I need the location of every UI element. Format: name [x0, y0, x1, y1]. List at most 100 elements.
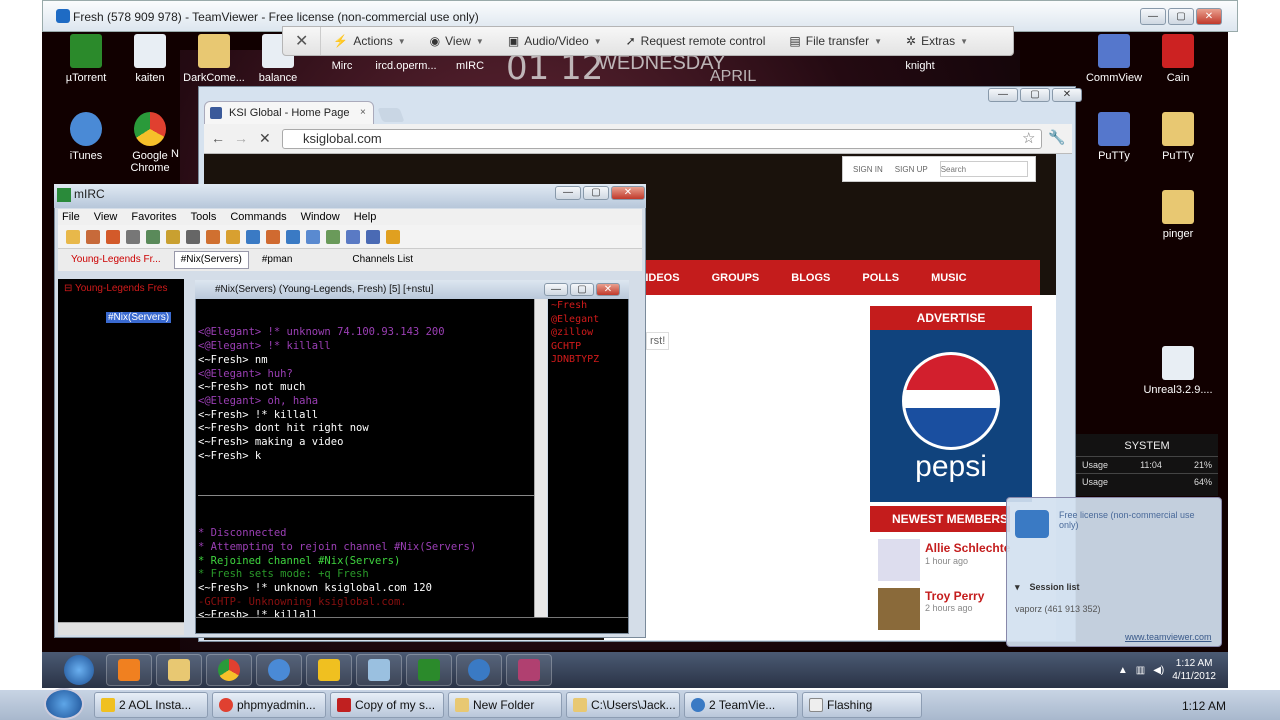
avatar[interactable]	[878, 539, 920, 581]
help-icon[interactable]	[386, 229, 400, 244]
nav-groups[interactable]: GROUPS	[712, 272, 760, 284]
teamviewer-icon[interactable]	[456, 654, 502, 686]
tab-close-icon[interactable]: ×	[360, 107, 366, 118]
desktop-icon[interactable]: CommView	[1082, 34, 1146, 84]
url-list-icon[interactable]	[286, 229, 300, 244]
nick[interactable]: @zillow	[551, 326, 628, 340]
minimize-button[interactable]: —	[555, 186, 581, 200]
desktop-icon[interactable]: PuTTy	[1082, 112, 1146, 162]
chat-icon[interactable]	[126, 229, 140, 244]
tree-channel[interactable]: #Nix(Servers)	[106, 312, 172, 323]
switch-channel-pman[interactable]: #pman	[255, 251, 300, 269]
volume-icon[interactable]: ◀)	[1153, 665, 1164, 676]
menu-file[interactable]: File	[62, 209, 80, 225]
colors-icon[interactable]	[206, 229, 220, 244]
tree-server[interactable]: ⊟ Young-Legends Fres	[58, 279, 184, 294]
file-transfer-menu[interactable]: ▤ File transfer ▼	[777, 27, 894, 55]
nav-polls[interactable]: POLLS	[862, 272, 899, 284]
desktop-icon[interactable]: PuTTy	[1146, 112, 1210, 162]
tile-icon[interactable]	[326, 229, 340, 244]
audio-video-menu[interactable]: ▣ Audio/Video ▼	[496, 27, 614, 55]
menu-tools[interactable]: Tools	[191, 209, 217, 225]
host-start-orb-icon[interactable]	[44, 688, 84, 720]
utorrent-icon[interactable]	[406, 654, 452, 686]
explorer-icon[interactable]	[156, 654, 202, 686]
desktop-icon[interactable]: N	[160, 148, 190, 160]
new-tab-button[interactable]	[377, 108, 405, 122]
request-control-button[interactable]: ➚ Request remote control	[614, 27, 778, 55]
notify-icon[interactable]	[266, 229, 280, 244]
desktop-icon[interactable]: iTunes	[54, 112, 118, 162]
back-icon[interactable]: ←	[211, 130, 225, 146]
member-name[interactable]: Troy Perry	[925, 589, 984, 603]
close-button[interactable]: ✕	[611, 186, 645, 200]
menu-window[interactable]: Window	[301, 209, 340, 225]
close-button[interactable]: ✕	[1196, 8, 1222, 25]
taskbar-item[interactable]: Flashing	[802, 692, 922, 718]
nick[interactable]: JDNBTYPZ	[551, 353, 628, 367]
desktop-icon[interactable]: knight	[888, 60, 952, 72]
wrench-icon[interactable]: 🔧	[1048, 129, 1065, 146]
dcc-chat-icon[interactable]	[246, 229, 260, 244]
sign-in-link[interactable]: SIGN IN	[853, 165, 883, 174]
avatar[interactable]	[878, 588, 920, 630]
desktop-icon[interactable]: kaiten	[118, 34, 182, 84]
options-icon[interactable]	[106, 229, 120, 244]
view-menu[interactable]: ◉ View ▼	[418, 27, 496, 55]
scripts-icon[interactable]	[166, 229, 180, 244]
member-name[interactable]: Allie Schlechte	[925, 541, 1010, 555]
nick[interactable]: GCHTP	[551, 340, 628, 354]
star-icon[interactable]: ☆	[1022, 129, 1035, 147]
stop-icon[interactable]: ✕	[259, 130, 271, 147]
connect-icon[interactable]	[66, 229, 80, 244]
nav-blogs[interactable]: BLOGS	[791, 272, 830, 284]
minimize-button[interactable]: —	[1140, 8, 1166, 25]
url-bar[interactable]: ksiglobal.com	[282, 129, 1042, 149]
browser-tab[interactable]: KSI Global - Home Page	[204, 101, 374, 125]
tree-scrollbar[interactable]	[58, 622, 184, 635]
minimize-button[interactable]: —	[544, 283, 568, 296]
chrome-icon[interactable]	[206, 654, 252, 686]
close-button[interactable]: ✕	[1052, 88, 1082, 102]
maximize-button[interactable]: ▢	[583, 186, 609, 200]
taskbar-item[interactable]: Copy of my s...	[330, 692, 444, 718]
timer-icon[interactable]	[186, 229, 200, 244]
switch-channels-list[interactable]: Channels List	[345, 251, 420, 269]
desktop-icon[interactable]: µTorrent	[54, 34, 118, 84]
desktop-icon[interactable]: ircd.operm...	[374, 60, 438, 72]
close-button[interactable]: ✕	[596, 283, 620, 296]
start-orb-icon[interactable]	[56, 654, 102, 686]
maximize-button[interactable]: ▢	[1020, 88, 1050, 102]
notepad-icon[interactable]	[356, 654, 402, 686]
channels-icon[interactable]	[146, 229, 160, 244]
network-icon[interactable]: ▥	[1136, 665, 1145, 676]
minimize-button[interactable]: —	[988, 88, 1018, 102]
aim-icon[interactable]	[306, 654, 352, 686]
taskbar-item[interactable]: New Folder	[448, 692, 562, 718]
desktop-icon[interactable]: DarkCome...	[182, 34, 246, 84]
teamviewer-link[interactable]: www.teamviewer.com	[1125, 632, 1212, 642]
nav-music[interactable]: MUSIC	[931, 272, 966, 284]
desktop-icon[interactable]: Cain	[1146, 34, 1210, 84]
desktop-icon[interactable]: Google Chrome	[118, 112, 182, 174]
menu-help[interactable]: Help	[354, 209, 377, 225]
message-input[interactable]	[196, 617, 628, 633]
media-player-icon[interactable]	[106, 654, 152, 686]
winrar-icon[interactable]	[506, 654, 552, 686]
taskbar-item[interactable]: phpmyadmin...	[212, 692, 326, 718]
sign-up-link[interactable]: SIGN UP	[895, 165, 928, 174]
extras-menu[interactable]: ✲ Extras ▼	[894, 27, 980, 55]
arrange-icon[interactable]	[366, 229, 380, 244]
maximize-button[interactable]: ▢	[1168, 8, 1194, 25]
desktop-icon[interactable]: pinger	[1146, 190, 1210, 240]
menu-view[interactable]: View	[94, 209, 118, 225]
dcc-send-icon[interactable]	[226, 229, 240, 244]
session-partner[interactable]: vaporz (461 913 352)	[1015, 604, 1101, 614]
taskbar-item[interactable]: 2 AOL Insta...	[94, 692, 208, 718]
forward-icon[interactable]: →	[234, 130, 248, 146]
actions-menu[interactable]: ⚡ Actions ▼	[321, 27, 417, 55]
taskbar-item[interactable]: 2 TeamVie...	[684, 692, 798, 718]
log-scrollbar[interactable]	[534, 299, 547, 617]
itunes-icon[interactable]	[256, 654, 302, 686]
session-list-header[interactable]: ▾ Session list	[1015, 582, 1215, 593]
